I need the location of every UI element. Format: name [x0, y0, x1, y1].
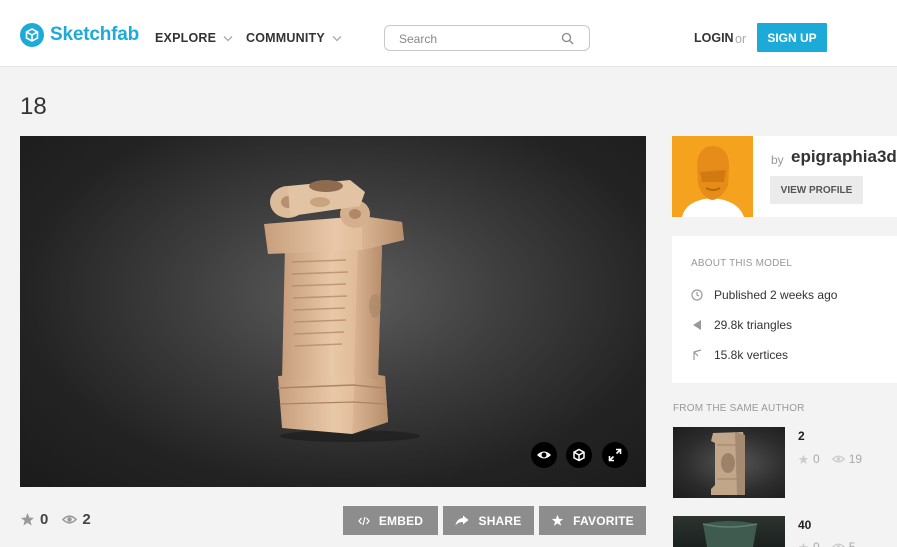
by-label: by [771, 153, 784, 167]
share-button[interactable]: SHARE [443, 506, 534, 535]
chevron-down-icon [223, 35, 233, 41]
search-input[interactable] [399, 30, 559, 47]
login-link[interactable]: LOGIN [694, 31, 734, 45]
triangles-text: 29.8k triangles [714, 318, 793, 332]
search-icon[interactable] [561, 32, 574, 45]
model-thumbnail[interactable] [673, 516, 785, 547]
vertices-row: 15.8k vertices [691, 348, 788, 362]
signup-button[interactable]: SIGN UP [757, 23, 827, 52]
model-thumbnail[interactable] [673, 427, 785, 498]
about-model-panel: ABOUT THIS MODEL Published 2 weeks ago 2… [672, 236, 897, 383]
card-likes: 0 [813, 540, 820, 547]
published-row: Published 2 weeks ago [691, 288, 837, 302]
nav-community-label: COMMUNITY [246, 31, 325, 45]
model-viewer[interactable] [20, 136, 646, 487]
author-card: by epigraphia3d VIEW PROFILE [672, 136, 897, 217]
card-stats: 0 5 [798, 540, 855, 547]
star-icon [20, 512, 35, 526]
card-stats: 0 19 [798, 452, 862, 466]
fullscreen-icon[interactable] [602, 442, 628, 468]
nav-explore-label: EXPLORE [155, 31, 217, 45]
star-icon [798, 454, 809, 464]
triangle-icon [693, 320, 701, 330]
site-header: Sketchfab EXPLORE COMMUNITY LOGIN or SIG… [0, 0, 897, 67]
share-icon [455, 515, 469, 526]
card-views: 19 [848, 452, 863, 466]
eye-icon [62, 515, 78, 524]
views-count: 2 [82, 511, 91, 528]
card-title[interactable]: 40 [798, 518, 811, 532]
star-icon [551, 514, 564, 526]
eye-icon [831, 455, 845, 463]
clock-icon [691, 289, 703, 301]
eye-icon[interactable] [531, 442, 557, 468]
logo-icon [20, 23, 44, 47]
cube-icon[interactable] [566, 442, 592, 468]
avatar[interactable] [672, 136, 753, 217]
brand-name: Sketchfab [50, 24, 140, 45]
nav-explore[interactable]: EXPLORE [155, 31, 233, 45]
page-title: 18 [20, 93, 47, 120]
star-icon [798, 542, 809, 547]
code-icon [358, 516, 370, 525]
or-text: or [735, 32, 747, 46]
nav-community[interactable]: COMMUNITY [246, 31, 342, 45]
same-author-title: FROM THE SAME AUTHOR [673, 403, 805, 414]
likes-count: 0 [40, 511, 49, 528]
view-profile-button[interactable]: VIEW PROFILE [770, 176, 863, 204]
favorite-label: FAVORITE [573, 513, 634, 528]
share-label: SHARE [478, 513, 522, 528]
model-stats: 0 2 [20, 511, 91, 528]
card-views: 5 [848, 540, 856, 547]
vertex-icon [693, 349, 702, 360]
eye-icon [831, 543, 845, 547]
published-text: Published 2 weeks ago [714, 288, 838, 302]
search-box [384, 25, 590, 51]
model-render [264, 180, 420, 442]
brand-logo[interactable]: Sketchfab [20, 23, 139, 47]
card-title[interactable]: 2 [798, 429, 805, 443]
author-name[interactable]: epigraphia3d [791, 147, 897, 167]
embed-label: EMBED [378, 513, 424, 528]
favorite-button[interactable]: FAVORITE [539, 506, 646, 535]
card-likes: 0 [813, 452, 820, 466]
vertices-text: 15.8k vertices [714, 348, 789, 362]
triangles-row: 29.8k triangles [691, 318, 792, 332]
chevron-down-icon [332, 35, 342, 41]
embed-button[interactable]: EMBED [343, 506, 438, 535]
about-title: ABOUT THIS MODEL [691, 258, 793, 269]
